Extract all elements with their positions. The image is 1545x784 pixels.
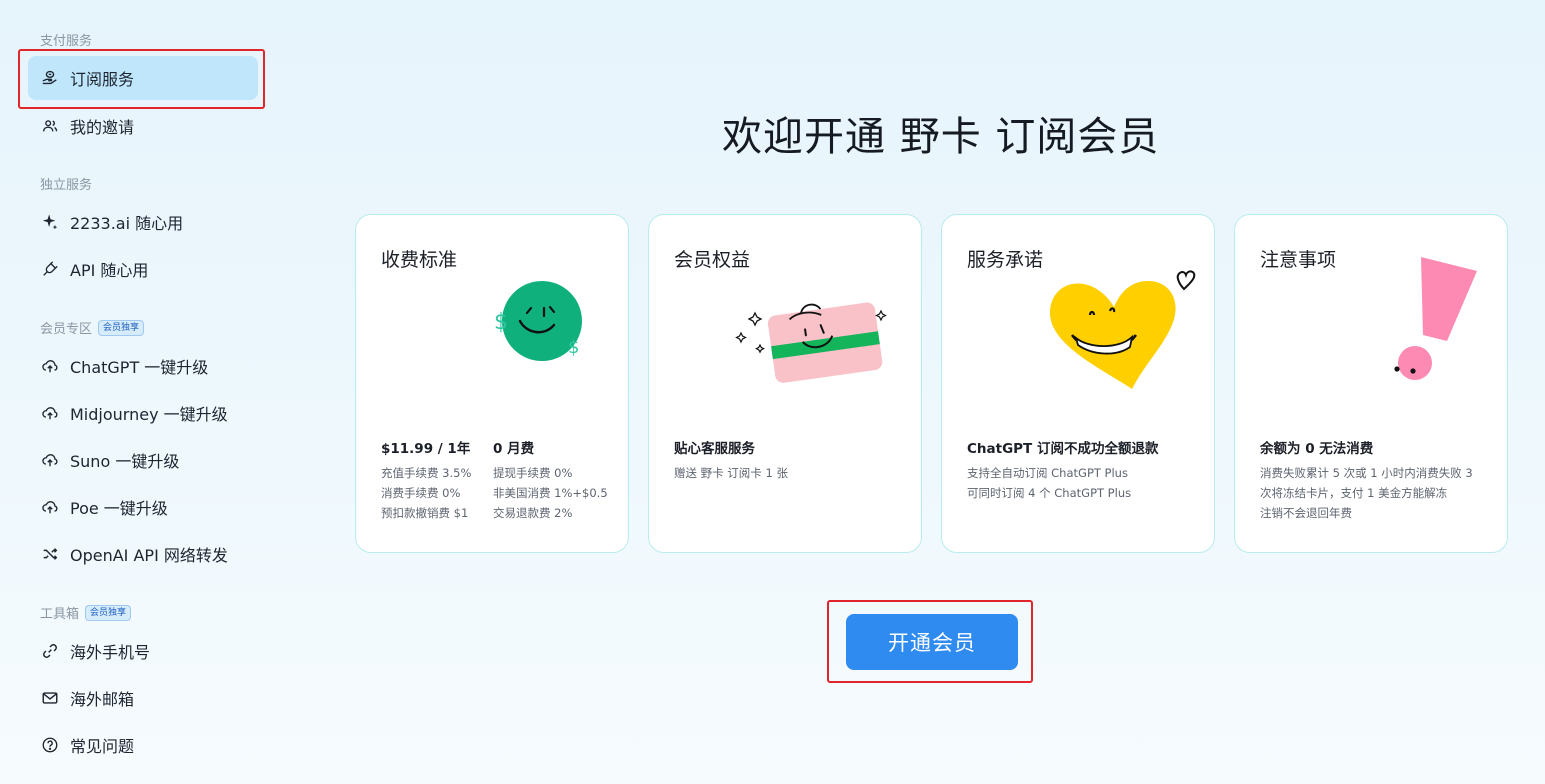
section-label-tools: 工具箱 会员独享 <box>40 603 132 622</box>
notes-lines: 消费失败累计 5 次或 1 小时内消费失败 3 次将冻结卡片，支付 1 美金方能… <box>1260 463 1473 523</box>
sidebar-item-label: API 随心用 <box>70 261 149 280</box>
upload-cloud-icon <box>40 403 60 423</box>
card-title: 会员权益 <box>674 249 751 271</box>
svg-text:$: $ <box>494 310 508 335</box>
promise-line: 支持全自动订阅 ChatGPT Plus <box>967 466 1128 480</box>
sidebar-item-label: 海外邮箱 <box>70 690 135 709</box>
upload-cloud-icon <box>40 356 60 376</box>
link-icon <box>40 641 60 661</box>
heart-smiley-illustration <box>1042 265 1214 397</box>
card-title: 服务承诺 <box>967 249 1044 271</box>
card-benefits: 会员权益 贴心客服服务 赠送 野卡 订阅卡 1 张 <box>648 214 922 553</box>
pricing-line: 消费手续费 0% <box>381 486 461 500</box>
notes-line: 消费失败累计 5 次或 1 小时内消费失败 3 <box>1260 466 1473 480</box>
section-label-text: 会员专区 <box>40 322 93 337</box>
svg-text:$: $ <box>568 337 579 358</box>
shuffle-icon <box>40 544 60 564</box>
sidebar-item-overseas-phone[interactable]: 海外手机号 <box>28 629 258 673</box>
upload-cloud-icon <box>40 497 60 517</box>
member-badge: 会员独享 <box>98 319 145 336</box>
pricing-annual-fee: $11.99 / 1年 <box>381 441 471 457</box>
pricing-col1-lines: 充值手续费 3.5% 消费手续费 0% 预扣款撤销费 $1 <box>381 463 471 523</box>
upload-cloud-icon <box>40 450 60 470</box>
notes-head: 余额为 0 无法消费 <box>1260 441 1374 457</box>
benefits-head: 贴心客服服务 <box>674 441 755 457</box>
pricing-col2-lines: 提现手续费 0% 非美国消费 1%+$0.5 交易退款费 2% <box>493 463 608 523</box>
promise-line: 可同时订阅 4 个 ChatGPT Plus <box>967 486 1132 500</box>
sidebar-item-label: 我的邀请 <box>70 118 135 137</box>
smiling-card-illustration <box>733 287 893 395</box>
mail-icon <box>40 688 60 708</box>
highlight-box-open-button <box>827 600 1033 683</box>
sparkle-icon <box>40 212 60 232</box>
pricing-line: 提现手续费 0% <box>493 466 573 480</box>
promise-lines: 支持全自动订阅 ChatGPT Plus 可同时订阅 4 个 ChatGPT P… <box>967 463 1131 503</box>
sidebar-item-suno[interactable]: Suno 一键升级 <box>28 438 258 482</box>
card-promise: 服务承诺 ChatGPT 订阅不成功全额退款 支持全自动订阅 ChatGPT P… <box>941 214 1215 553</box>
sidebar-item-label: Poe 一键升级 <box>70 499 168 518</box>
sidebar-item-label: ChatGPT 一键升级 <box>70 358 209 377</box>
sidebar-item-label: 海外手机号 <box>70 643 151 662</box>
sidebar-item-overseas-email[interactable]: 海外邮箱 <box>28 676 258 720</box>
sidebar-item-label: OpenAI API 网络转发 <box>70 546 228 565</box>
question-icon <box>40 735 60 755</box>
sidebar-item-label: 2233.ai 随心用 <box>70 214 184 233</box>
plug-icon <box>40 259 60 279</box>
benefits-line: 赠送 野卡 订阅卡 1 张 <box>674 466 788 480</box>
sidebar-item-label: Suno 一键升级 <box>70 452 180 471</box>
card-title: 收费标准 <box>381 249 458 271</box>
sidebar-item-faq[interactable]: 常见问题 <box>28 723 258 767</box>
section-label-text: 工具箱 <box>40 607 80 622</box>
page-title: 欢迎开通 野卡 订阅会员 <box>722 114 1160 160</box>
notes-line: 次将冻结卡片，支付 1 美金方能解冻 <box>1260 486 1448 500</box>
card-title: 注意事项 <box>1260 249 1337 271</box>
pricing-line: 充值手续费 3.5% <box>381 466 472 480</box>
sidebar-item-label: 常见问题 <box>70 737 135 756</box>
sidebar-item-api[interactable]: API 随心用 <box>28 247 258 291</box>
users-icon <box>40 116 60 136</box>
pricing-line: 交易退款费 2% <box>493 506 573 520</box>
section-label-payment: 支付服务 <box>40 34 93 49</box>
smiley-coin-illustration: $ $ <box>492 275 592 371</box>
promise-head: ChatGPT 订阅不成功全额退款 <box>967 441 1159 457</box>
sidebar-item-chatgpt[interactable]: ChatGPT 一键升级 <box>28 344 258 388</box>
pricing-line: 非美国消费 1%+$0.5 <box>493 486 608 500</box>
section-label-standalone: 独立服务 <box>40 178 93 193</box>
notes-line: 注销不会退回年费 <box>1260 506 1352 520</box>
sidebar-item-midjourney[interactable]: Midjourney 一键升级 <box>28 391 258 435</box>
sidebar-item-openai-forward[interactable]: OpenAI API 网络转发 <box>28 532 258 576</box>
card-pricing: 收费标准 $ $ $11.99 / 1年 0 月费 充值手续费 3.5% 消费手… <box>355 214 629 553</box>
member-badge: 会员独享 <box>85 604 132 621</box>
card-notes: 注意事项 余额为 0 无法消费 消费失败累计 5 次或 1 小时内消费失败 3 … <box>1234 214 1508 553</box>
highlight-box-subscription <box>18 49 265 109</box>
sidebar-item-poe[interactable]: Poe 一键升级 <box>28 485 258 529</box>
sidebar-item-label: Midjourney 一键升级 <box>70 405 228 424</box>
sidebar-item-my-invites[interactable]: 我的邀请 <box>28 104 258 148</box>
section-label-member: 会员专区 会员独享 <box>40 318 145 337</box>
benefits-lines: 赠送 野卡 订阅卡 1 张 <box>674 463 788 483</box>
sidebar-item-2233-ai[interactable]: 2233.ai 随心用 <box>28 200 258 244</box>
pricing-monthly-fee: 0 月费 <box>493 441 535 457</box>
pricing-line: 预扣款撤销费 $1 <box>381 506 469 520</box>
exclamation-illustration <box>1391 253 1483 389</box>
sidebar: 支付服务 订阅服务 我的邀请 独立服务 2233.ai 随心用 API 随心用 … <box>0 0 300 784</box>
